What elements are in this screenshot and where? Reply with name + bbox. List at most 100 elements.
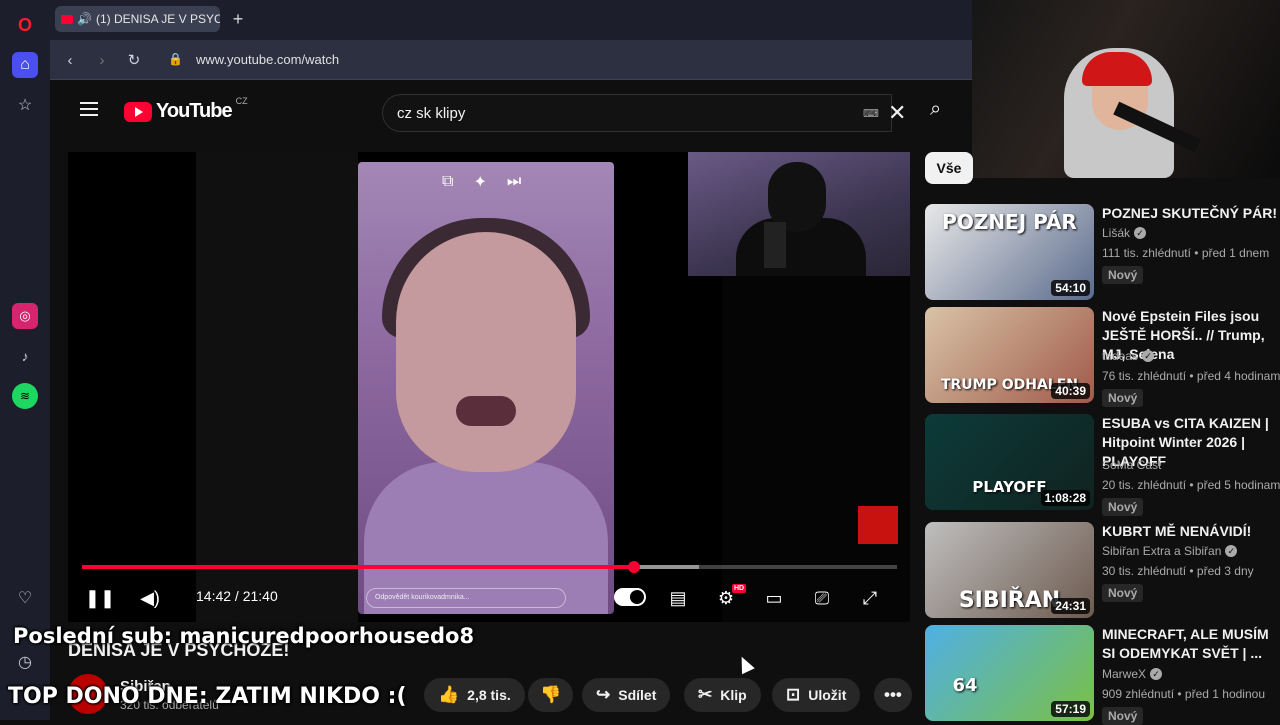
duration-badge: 57:19: [1051, 701, 1090, 717]
share-icon: ↪: [596, 685, 611, 704]
duration-badge: 40:39: [1051, 383, 1090, 399]
youtube-play-icon: [124, 101, 152, 122]
new-tab-button[interactable]: +: [228, 9, 248, 29]
clip-button[interactable]: ✂ Klip: [684, 678, 761, 712]
recommendation-title[interactable]: KUBRT MĚ NENÁVIDÍ!: [1102, 522, 1280, 541]
search-query: cz sk klipy: [397, 105, 466, 122]
video-player[interactable]: ⧉ ✦ ⏭ Odpovědět kourikovadmnika... ❚❚ ◀)…: [68, 152, 910, 622]
youtube-header: YouTube CZ cz sk klipy ⌨ ✕ ⌕: [50, 80, 972, 144]
clear-search-icon[interactable]: ✕: [888, 100, 906, 126]
verified-icon: ✓: [1225, 545, 1238, 557]
time-display: 14:42 / 21:40: [196, 588, 278, 604]
new-badge: Nový: [1102, 389, 1144, 407]
recommendation-channel[interactable]: tadeas ✓: [1102, 349, 1155, 363]
new-badge: Nový: [1102, 707, 1144, 725]
streamer-microphone: [764, 222, 786, 268]
recommendation-channel[interactable]: Lišák ✓: [1102, 226, 1147, 240]
history-icon[interactable]: ◷: [12, 649, 38, 675]
video-thumbnail[interactable]: PLAYOFF 1:08:28: [925, 414, 1094, 510]
player-background: [196, 152, 358, 622]
streamer-cam-frame: [688, 152, 910, 276]
fullscreen-button[interactable]: ⤢: [856, 584, 884, 612]
share-label: Sdílet: [618, 687, 657, 703]
instagram-icon[interactable]: ◎: [12, 303, 38, 329]
keyboard-icon[interactable]: ⌨: [863, 107, 879, 120]
speaker-icon[interactable]: 🔊: [77, 12, 92, 26]
progress-bar[interactable]: [82, 561, 897, 573]
youtube-logo[interactable]: YouTube CZ: [124, 96, 248, 123]
filter-chip-all[interactable]: Vše: [925, 152, 973, 184]
video-thumbnail[interactable]: 64 57:19: [925, 625, 1094, 721]
reload-icon[interactable]: ↻: [124, 50, 144, 70]
url-text[interactable]: www.youtube.com/watch: [196, 52, 339, 67]
subtitles-button[interactable]: ▤: [664, 584, 692, 612]
verified-icon: ✓: [1150, 668, 1163, 680]
active-tab[interactable]: 🔊 (1) DENISA JE V PSYCH: [55, 6, 220, 32]
search-input[interactable]: cz sk klipy ⌨: [382, 94, 892, 132]
home-icon[interactable]: ⌂: [12, 52, 38, 78]
address-bar: ‹ › ↻ 🔒 www.youtube.com/watch: [50, 40, 972, 80]
hd-badge: HD: [732, 584, 747, 593]
dark-area: [722, 276, 910, 622]
woman-mouth: [456, 396, 516, 426]
autoplay-toggle[interactable]: [614, 588, 646, 606]
share-button[interactable]: ↪ Sdílet: [582, 678, 671, 712]
scissors-icon: ✂: [698, 685, 713, 704]
verified-icon: ✓: [1134, 227, 1147, 239]
played-bar: [82, 565, 634, 569]
forward-icon[interactable]: ›: [92, 50, 112, 70]
recommendation-channel[interactable]: SoMa Cast: [1102, 458, 1161, 472]
like-button[interactable]: 👍 2,8 tis.: [424, 678, 525, 712]
reply-field: Odpovědět kourikovadmnika...: [366, 588, 566, 608]
dislike-button[interactable]: 👎: [528, 678, 574, 712]
recommendation-title[interactable]: MINECRAFT, ALE MUSÍM SI ODEMYKAT SVĚT | …: [1102, 625, 1280, 663]
opera-sidebar: O ⌂ ☆ ◎ ♪ ≋ ♡ ◷: [0, 0, 50, 720]
recommendation-item[interactable]: SIBIŘAN 24:31 KUBRT MĚ NENÁVIDÍ! Sibiřan…: [925, 522, 1280, 618]
video-thumbnail[interactable]: TRUMP ODHALEN 40:39: [925, 307, 1094, 403]
save-label: Uložit: [808, 687, 847, 703]
video-thumbnail[interactable]: POZNEJ PÁR 54:10: [925, 204, 1094, 300]
more-actions-button[interactable]: •••: [874, 678, 912, 712]
channel-label: Sibiřan Extra a Sibiřan: [1102, 544, 1222, 558]
pause-button[interactable]: ❚❚: [85, 584, 115, 612]
channel-label: tadeas: [1102, 349, 1139, 363]
star-icon[interactable]: ☆: [12, 92, 38, 118]
recommendation-item[interactable]: TRUMP ODHALEN 40:39 Nové Epstein Files j…: [925, 307, 1280, 407]
lock-icon: 🔒: [168, 52, 183, 66]
duration-badge: 54:10: [1051, 280, 1090, 296]
tiktok-icon[interactable]: ♪: [12, 343, 38, 369]
volume-button[interactable]: ◀): [136, 584, 164, 612]
thumbnail-text: POZNEJ PÁR: [942, 210, 1077, 234]
heart-icon[interactable]: ♡: [12, 585, 38, 611]
spotify-icon[interactable]: ≋: [12, 383, 38, 409]
recommendation-item[interactable]: POZNEJ PÁR 54:10 POZNEJ SKUTEČNÝ PÁR! Li…: [925, 204, 1280, 300]
phone-top-bar: ⧉ ✦ ⏭: [358, 162, 614, 202]
opera-logo-icon[interactable]: O: [12, 12, 38, 38]
menu-icon[interactable]: [80, 102, 98, 116]
pip-icon[interactable]: ⧉: [442, 173, 453, 191]
recommendation-item[interactable]: 64 57:19 MINECRAFT, ALE MUSÍM SI ODEMYKA…: [925, 625, 1280, 725]
scrubber-handle[interactable]: [627, 561, 640, 573]
top-donor-overlay: TOP DONO DNE: ZATIM NIKDO :(: [8, 684, 407, 709]
search-icon[interactable]: ⌕: [930, 98, 941, 121]
recommendation-meta: 76 tis. zhlédnutí • před 4 hodinami: [1102, 369, 1280, 383]
next-icon[interactable]: ⏭: [507, 173, 521, 191]
more-icon: •••: [884, 685, 902, 704]
recommendation-meta: 111 tis. zhlédnutí • před 1 dnem: [1102, 246, 1270, 260]
country-code: CZ: [235, 96, 248, 106]
recommendation-title[interactable]: POZNEJ SKUTEČNÝ PÁR!: [1102, 204, 1280, 223]
back-icon[interactable]: ‹: [60, 50, 80, 70]
video-thumbnail[interactable]: SIBIŘAN 24:31: [925, 522, 1094, 618]
like-count: 2,8 tis.: [467, 687, 511, 703]
recommendation-item[interactable]: PLAYOFF 1:08:28 ESUBA vs CITA KAIZEN | H…: [925, 414, 1280, 516]
cast-button[interactable]: ⎚: [808, 584, 836, 612]
theater-mode-button[interactable]: ▭: [760, 584, 788, 612]
save-button[interactable]: ⊡ Uložit: [772, 678, 861, 712]
red-avatar-thumb: [858, 506, 898, 544]
sparkle-icon[interactable]: ✦: [473, 172, 486, 192]
recommendation-channel[interactable]: MarweX ✓: [1102, 667, 1163, 681]
recommendation-channel[interactable]: Sibiřan Extra a Sibiřan ✓: [1102, 544, 1238, 558]
verified-icon: ✓: [1142, 350, 1155, 362]
duration-badge: 24:31: [1051, 598, 1090, 614]
tiktok-video-frame: ⧉ ✦ ⏭ Odpovědět kourikovadmnika...: [358, 162, 614, 614]
